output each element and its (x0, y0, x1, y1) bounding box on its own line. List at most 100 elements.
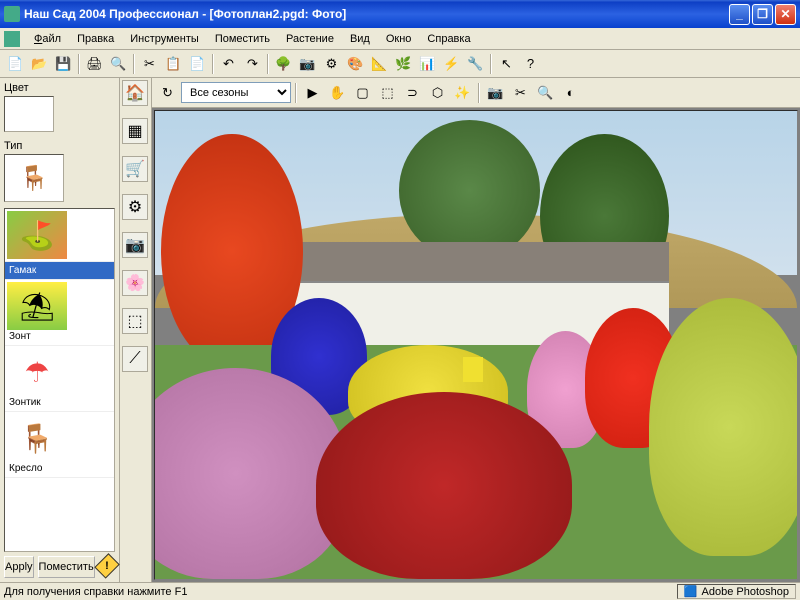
tool-d-button[interactable]: 🎨 (344, 53, 367, 75)
canvas-viewport[interactable] (154, 110, 798, 580)
flowers-red (316, 392, 573, 579)
tree-green2 (399, 120, 540, 260)
save-button[interactable]: 💾 (52, 53, 75, 75)
menu-edit[interactable]: Правка (69, 31, 122, 47)
menu-view[interactable]: Вид (342, 31, 378, 47)
minimize-button[interactable]: _ (729, 4, 750, 25)
item-label: Кресло (7, 462, 112, 475)
separator (478, 83, 480, 103)
dash-rect-tool[interactable]: ⬚ (376, 82, 399, 104)
lasso-tool[interactable]: ⊃ (401, 82, 424, 104)
apply-button[interactable]: Apply (4, 556, 34, 578)
maximize-button[interactable]: ❐ (752, 4, 773, 25)
menu-tools[interactable]: Инструменты (122, 31, 207, 47)
tool-b-button[interactable]: 📷 (296, 53, 319, 75)
cart-tool[interactable]: 🛒 (122, 156, 148, 182)
menu-window[interactable]: Окно (378, 31, 420, 47)
frame-tool[interactable]: ⬚ (122, 308, 148, 334)
camera-tool[interactable]: 📷 (122, 232, 148, 258)
tool-i-button[interactable]: 🔧 (464, 53, 487, 75)
status-app-indicator: 🟦 Adobe Photoshop (677, 584, 796, 599)
main-area: Цвет Тип 🪑 ⛳ Гамак ⛱ Зонт ☂ Зонтик 🪑 Кре… (0, 78, 800, 582)
menu-help[interactable]: Справка (419, 31, 478, 47)
preview-button[interactable]: 🔍 (107, 53, 130, 75)
status-help-text: Для получения справки нажмите F1 (4, 586, 187, 598)
house-tool[interactable]: 🏠 (122, 80, 148, 106)
tool-column: 🏠 ▦ 🛒 ⚙ 📷 🌸 ⬚ ⟋ (120, 78, 152, 582)
close-button[interactable]: ✕ (775, 4, 796, 25)
camera-button[interactable]: 📷 (484, 82, 507, 104)
ps-icon: 🟦 (684, 585, 698, 598)
pointer-tool[interactable]: ▶ (301, 82, 324, 104)
path-tool[interactable]: ⟋ (122, 346, 148, 372)
menu-file[interactable]: Файл (26, 31, 69, 47)
open-button[interactable]: 📂 (28, 53, 51, 75)
item-list: ⛳ Гамак ⛱ Зонт ☂ Зонтик 🪑 Кресло (4, 208, 115, 552)
place-button[interactable]: Поместить (38, 556, 95, 578)
tool-h-button[interactable]: ⚡ (440, 53, 463, 75)
season-select[interactable]: Все сезоны (181, 82, 291, 103)
item-label: Гамак (7, 264, 112, 277)
cut-button[interactable]: ✂ (138, 53, 161, 75)
separator (212, 54, 214, 74)
color-label: Цвет (4, 82, 115, 94)
titlebar: Наш Сад 2004 Профессионал - [Фотоплан2.p… (0, 0, 800, 28)
separator (295, 83, 297, 103)
type-preview[interactable]: 🪑 (4, 154, 64, 202)
contrast-tool[interactable]: ◐ (559, 82, 582, 104)
chair-icon: 🪑 (7, 414, 67, 462)
warning-icon[interactable]: ! (94, 553, 120, 579)
separator (490, 54, 492, 74)
main-toolbar: 📄 📂 💾 🖨 🔍 ✂ 📋 📄 ↶ ↷ 🌳 📷 ⚙ 🎨 📐 🌿 📊 ⚡ 🔧 ↖ … (0, 50, 800, 78)
refresh-button[interactable]: ↻ (156, 82, 179, 104)
new-button[interactable]: 📄 (4, 53, 27, 75)
flower-tool[interactable]: 🌸 (122, 270, 148, 296)
tool-c-button[interactable]: ⚙ (320, 53, 343, 75)
pointer-button[interactable]: ↖ (495, 53, 518, 75)
app-icon (4, 6, 20, 22)
hand-tool[interactable]: ✋ (326, 82, 349, 104)
tool-g-button[interactable]: 📊 (416, 53, 439, 75)
color-swatch[interactable] (4, 96, 54, 132)
work-area: ↻ Все сезоны ▶ ✋ ▢ ⬚ ⊃ ⬡ ✨ 📷 ✂ 🔍 ◐ (152, 78, 800, 582)
crop-tool[interactable]: ✂ (509, 82, 532, 104)
separator (133, 54, 135, 74)
statusbar: Для получения справки нажмите F1 🟦 Adobe… (0, 582, 800, 600)
rect-select-tool[interactable]: ▢ (351, 82, 374, 104)
panel-buttons: Apply Поместить ! (4, 552, 115, 578)
zoom-tool[interactable]: 🔍 (534, 82, 557, 104)
paste-button[interactable]: 📄 (186, 53, 209, 75)
menu-plant[interactable]: Растение (278, 31, 342, 47)
help-button[interactable]: ? (519, 53, 542, 75)
separator (78, 54, 80, 74)
copy-button[interactable]: 📋 (162, 53, 185, 75)
poly-tool[interactable]: ⬡ (426, 82, 449, 104)
tool-f-button[interactable]: 🌿 (392, 53, 415, 75)
window-title: Наш Сад 2004 Профессионал - [Фотоплан2.p… (24, 7, 729, 21)
list-item-umbrella[interactable]: ⛱ Зонт (5, 280, 114, 346)
list-item-umbrella2[interactable]: ☂ Зонтик (5, 346, 114, 412)
window-controls: _ ❐ ✕ (729, 4, 796, 25)
print-button[interactable]: 🖨 (83, 53, 106, 75)
wand-tool[interactable]: ✨ (451, 82, 474, 104)
item-label: Зонт (7, 330, 112, 343)
menubar: Файл Правка Инструменты Поместить Растен… (0, 28, 800, 50)
app-icon-small[interactable] (4, 31, 20, 47)
wheel-tool[interactable]: ⚙ (122, 194, 148, 220)
type-label: Тип (4, 140, 115, 152)
work-toolbar: ↻ Все сезоны ▶ ✋ ▢ ⬚ ⊃ ⬡ ✨ 📷 ✂ 🔍 ◐ (152, 78, 800, 108)
item-label: Зонтик (7, 396, 112, 409)
list-item-terrain[interactable]: ⛳ (5, 209, 114, 262)
flowers-lime (649, 298, 798, 555)
redo-button[interactable]: ↷ (241, 53, 264, 75)
terrain-icon: ⛳ (7, 211, 67, 259)
menu-place[interactable]: Поместить (207, 31, 278, 47)
undo-button[interactable]: ↶ (217, 53, 240, 75)
list-item-chair[interactable]: 🪑 Кресло (5, 412, 114, 478)
umbrella2-icon: ☂ (7, 348, 67, 396)
fence-tool[interactable]: ▦ (122, 118, 148, 144)
yellow-chair (463, 357, 483, 382)
tool-e-button[interactable]: 📐 (368, 53, 391, 75)
list-item-hammock[interactable]: Гамак (5, 262, 114, 280)
tool-a-button[interactable]: 🌳 (272, 53, 295, 75)
